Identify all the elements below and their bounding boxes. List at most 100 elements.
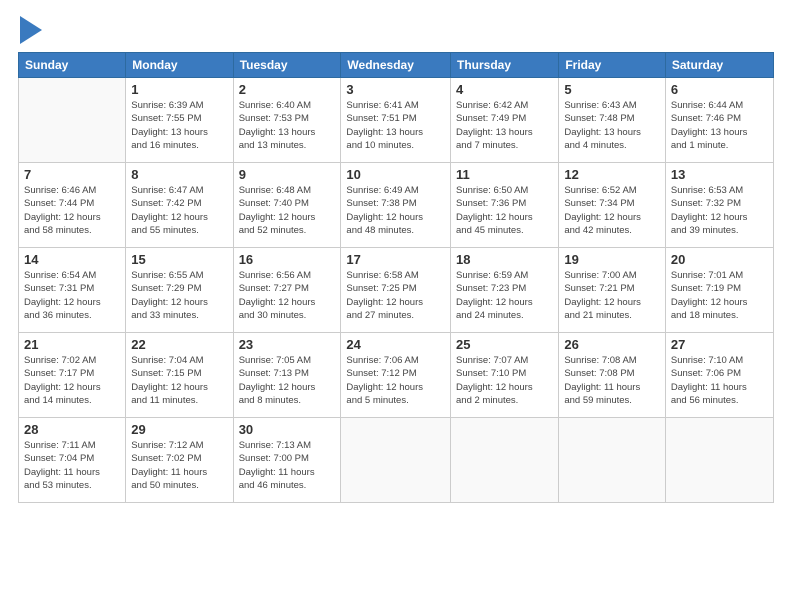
calendar-week-row: 28 Sunrise: 7:11 AM Sunset: 7:04 PM Dayli… — [19, 418, 774, 503]
calendar-week-row: 7 Sunrise: 6:46 AM Sunset: 7:44 PM Daylig… — [19, 163, 774, 248]
page: SundayMondayTuesdayWednesdayThursdayFrid… — [0, 0, 792, 612]
day-number: 4 — [456, 82, 553, 97]
calendar-cell: 4 Sunrise: 6:42 AM Sunset: 7:49 PM Daylig… — [451, 78, 559, 163]
day-number: 30 — [239, 422, 336, 437]
logo-icon — [20, 16, 42, 44]
calendar-cell: 26 Sunrise: 7:08 AM Sunset: 7:08 PM Dayli… — [559, 333, 666, 418]
day-info: Sunrise: 7:08 AM Sunset: 7:08 PM Dayligh… — [564, 354, 660, 407]
calendar-week-row: 1 Sunrise: 6:39 AM Sunset: 7:55 PM Daylig… — [19, 78, 774, 163]
header — [18, 16, 774, 42]
calendar-table: SundayMondayTuesdayWednesdayThursdayFrid… — [18, 52, 774, 503]
day-number: 16 — [239, 252, 336, 267]
day-number: 5 — [564, 82, 660, 97]
day-info: Sunrise: 7:12 AM Sunset: 7:02 PM Dayligh… — [131, 439, 227, 492]
day-number: 28 — [24, 422, 120, 437]
calendar-cell — [341, 418, 451, 503]
calendar-cell: 19 Sunrise: 7:00 AM Sunset: 7:21 PM Dayli… — [559, 248, 666, 333]
calendar-cell: 29 Sunrise: 7:12 AM Sunset: 7:02 PM Dayli… — [126, 418, 233, 503]
weekday-header: Sunday — [19, 53, 126, 78]
calendar-cell: 24 Sunrise: 7:06 AM Sunset: 7:12 PM Dayli… — [341, 333, 451, 418]
calendar-cell — [451, 418, 559, 503]
calendar-cell: 28 Sunrise: 7:11 AM Sunset: 7:04 PM Dayli… — [19, 418, 126, 503]
day-number: 29 — [131, 422, 227, 437]
calendar-cell: 10Sunrise: 6:49 AM Sunset: 7:38 PM Dayli… — [341, 163, 451, 248]
day-number: 2 — [239, 82, 336, 97]
weekday-header: Tuesday — [233, 53, 341, 78]
day-info: Sunrise: 6:42 AM Sunset: 7:49 PM Dayligh… — [456, 99, 553, 152]
day-info: Sunrise: 6:46 AM Sunset: 7:44 PM Dayligh… — [24, 184, 120, 237]
day-info: Sunrise: 7:13 AM Sunset: 7:00 PM Dayligh… — [239, 439, 336, 492]
day-info: Sunrise: 6:39 AM Sunset: 7:55 PM Dayligh… — [131, 99, 227, 152]
day-info: Sunrise: 6:58 AM Sunset: 7:25 PM Dayligh… — [346, 269, 445, 322]
day-info: Sunrise: 6:47 AM Sunset: 7:42 PM Dayligh… — [131, 184, 227, 237]
day-info: Sunrise: 6:52 AM Sunset: 7:34 PM Dayligh… — [564, 184, 660, 237]
day-info: Sunrise: 6:55 AM Sunset: 7:29 PM Dayligh… — [131, 269, 227, 322]
day-number: 7 — [24, 167, 120, 182]
calendar-cell: 8Sunrise: 6:47 AM Sunset: 7:42 PM Daylig… — [126, 163, 233, 248]
calendar-cell: 2 Sunrise: 6:40 AM Sunset: 7:53 PM Daylig… — [233, 78, 341, 163]
day-info: Sunrise: 7:05 AM Sunset: 7:13 PM Dayligh… — [239, 354, 336, 407]
calendar-cell: 14Sunrise: 6:54 AM Sunset: 7:31 PM Dayli… — [19, 248, 126, 333]
day-number: 26 — [564, 337, 660, 352]
day-number: 21 — [24, 337, 120, 352]
calendar-cell: 7 Sunrise: 6:46 AM Sunset: 7:44 PM Daylig… — [19, 163, 126, 248]
weekday-header: Wednesday — [341, 53, 451, 78]
day-info: Sunrise: 6:53 AM Sunset: 7:32 PM Dayligh… — [671, 184, 768, 237]
calendar-week-row: 21 Sunrise: 7:02 AM Sunset: 7:17 PM Dayli… — [19, 333, 774, 418]
day-info: Sunrise: 6:40 AM Sunset: 7:53 PM Dayligh… — [239, 99, 336, 152]
day-info: Sunrise: 7:01 AM Sunset: 7:19 PM Dayligh… — [671, 269, 768, 322]
day-number: 10 — [346, 167, 445, 182]
calendar-cell: 21 Sunrise: 7:02 AM Sunset: 7:17 PM Dayli… — [19, 333, 126, 418]
calendar-cell: 1 Sunrise: 6:39 AM Sunset: 7:55 PM Daylig… — [126, 78, 233, 163]
day-number: 18 — [456, 252, 553, 267]
day-number: 20 — [671, 252, 768, 267]
weekday-header: Thursday — [451, 53, 559, 78]
day-info: Sunrise: 6:56 AM Sunset: 7:27 PM Dayligh… — [239, 269, 336, 322]
day-info: Sunrise: 6:44 AM Sunset: 7:46 PM Dayligh… — [671, 99, 768, 152]
calendar-cell: 13 Sunrise: 6:53 AM Sunset: 7:32 PM Dayli… — [665, 163, 773, 248]
day-number: 19 — [564, 252, 660, 267]
calendar-cell: 15Sunrise: 6:55 AM Sunset: 7:29 PM Dayli… — [126, 248, 233, 333]
calendar-cell: 11 Sunrise: 6:50 AM Sunset: 7:36 PM Dayli… — [451, 163, 559, 248]
day-info: Sunrise: 6:43 AM Sunset: 7:48 PM Dayligh… — [564, 99, 660, 152]
calendar-cell: 6 Sunrise: 6:44 AM Sunset: 7:46 PM Daylig… — [665, 78, 773, 163]
calendar-cell: 17 Sunrise: 6:58 AM Sunset: 7:25 PM Dayli… — [341, 248, 451, 333]
day-info: Sunrise: 7:07 AM Sunset: 7:10 PM Dayligh… — [456, 354, 553, 407]
calendar-cell: 23 Sunrise: 7:05 AM Sunset: 7:13 PM Dayli… — [233, 333, 341, 418]
calendar-cell: 16 Sunrise: 6:56 AM Sunset: 7:27 PM Dayli… — [233, 248, 341, 333]
day-info: Sunrise: 7:06 AM Sunset: 7:12 PM Dayligh… — [346, 354, 445, 407]
day-info: Sunrise: 7:11 AM Sunset: 7:04 PM Dayligh… — [24, 439, 120, 492]
day-number: 11 — [456, 167, 553, 182]
day-info: Sunrise: 7:02 AM Sunset: 7:17 PM Dayligh… — [24, 354, 120, 407]
day-number: 13 — [671, 167, 768, 182]
logo — [18, 16, 42, 42]
calendar-cell: 12 Sunrise: 6:52 AM Sunset: 7:34 PM Dayli… — [559, 163, 666, 248]
calendar-cell — [665, 418, 773, 503]
day-number: 24 — [346, 337, 445, 352]
calendar-cell: 20 Sunrise: 7:01 AM Sunset: 7:19 PM Dayli… — [665, 248, 773, 333]
day-number: 17 — [346, 252, 445, 267]
calendar-cell: 18 Sunrise: 6:59 AM Sunset: 7:23 PM Dayli… — [451, 248, 559, 333]
calendar-cell: 5 Sunrise: 6:43 AM Sunset: 7:48 PM Daylig… — [559, 78, 666, 163]
day-number: 1 — [131, 82, 227, 97]
day-info: Sunrise: 7:00 AM Sunset: 7:21 PM Dayligh… — [564, 269, 660, 322]
calendar-cell — [19, 78, 126, 163]
day-number: 6 — [671, 82, 768, 97]
day-info: Sunrise: 6:41 AM Sunset: 7:51 PM Dayligh… — [346, 99, 445, 152]
day-info: Sunrise: 6:50 AM Sunset: 7:36 PM Dayligh… — [456, 184, 553, 237]
day-number: 14 — [24, 252, 120, 267]
calendar-cell: 3 Sunrise: 6:41 AM Sunset: 7:51 PM Daylig… — [341, 78, 451, 163]
day-number: 22 — [131, 337, 227, 352]
calendar-cell: 30 Sunrise: 7:13 AM Sunset: 7:00 PM Dayli… — [233, 418, 341, 503]
calendar-cell: 27Sunrise: 7:10 AM Sunset: 7:06 PM Dayli… — [665, 333, 773, 418]
day-number: 23 — [239, 337, 336, 352]
day-number: 25 — [456, 337, 553, 352]
day-number: 3 — [346, 82, 445, 97]
day-info: Sunrise: 6:59 AM Sunset: 7:23 PM Dayligh… — [456, 269, 553, 322]
day-number: 9 — [239, 167, 336, 182]
calendar-week-row: 14Sunrise: 6:54 AM Sunset: 7:31 PM Dayli… — [19, 248, 774, 333]
calendar-header-row: SundayMondayTuesdayWednesdayThursdayFrid… — [19, 53, 774, 78]
weekday-header: Monday — [126, 53, 233, 78]
day-number: 12 — [564, 167, 660, 182]
calendar-cell: 9Sunrise: 6:48 AM Sunset: 7:40 PM Daylig… — [233, 163, 341, 248]
